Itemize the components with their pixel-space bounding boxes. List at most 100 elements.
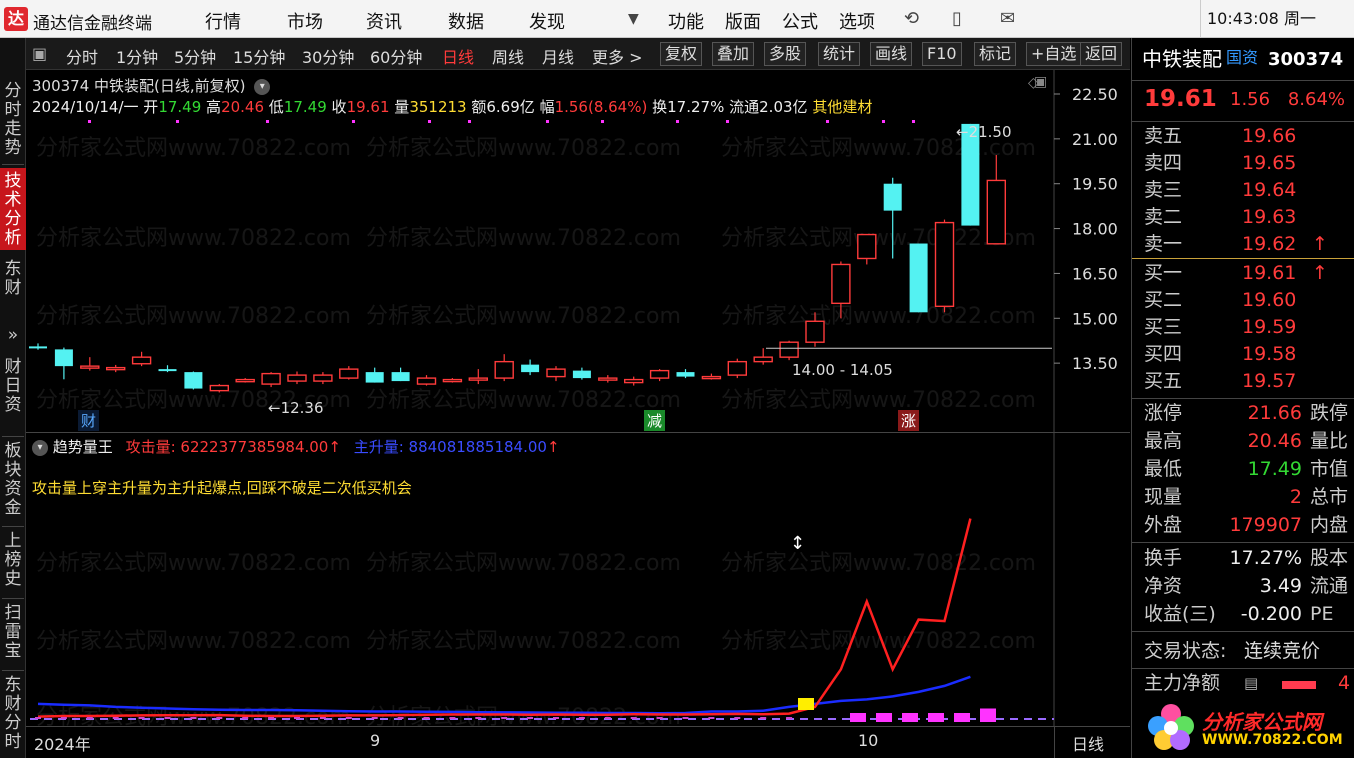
menu-options[interactable]: 选项 [839,8,875,34]
price-change: 1.56 [1230,89,1271,110]
candle-body [883,183,902,211]
price-tick: 13.50 [1072,354,1118,373]
tool-f10[interactable]: F10 [922,42,962,66]
base-blip [630,717,637,719]
signal-bar [928,713,944,722]
candle-body [805,320,825,343]
price-tick: 16.50 [1072,264,1118,283]
signal-dot [352,120,355,123]
date-tick-year: 2024年 [34,735,91,754]
candle-body [313,374,333,382]
vtab-technical[interactable]: 技术分析 [0,168,26,250]
refresh-icon[interactable]: ⟲ [904,8,919,29]
tag-reduce[interactable]: 减 [644,410,666,431]
signal-dot [826,120,829,123]
period-more[interactable]: 更多 > [592,44,643,68]
menu-function[interactable]: 功能 [668,8,704,34]
period-60min[interactable]: 60分钟 [370,44,422,68]
period-30min[interactable]: 30分钟 [302,44,354,68]
candle-body [986,179,1006,245]
vtab-dongcai-intraday[interactable]: 东财分时 [0,676,26,756]
list-icon[interactable]: ▤ [1244,670,1258,697]
last-price: 19.61 [1144,86,1217,112]
menu-formula[interactable]: 公式 [782,8,818,34]
base-blip [604,717,611,719]
menu-discover[interactable]: 发现 [529,8,565,34]
price-tick: 22.50 [1072,85,1118,104]
period-5min[interactable]: 5分钟 [174,44,216,68]
signal-dot [882,120,885,123]
grid-toggle-icon[interactable]: ▣ [32,44,47,63]
tag-rise[interactable]: 涨 [898,410,920,431]
period-1min[interactable]: 1分钟 [116,44,158,68]
base-blip [708,717,715,719]
menu-market[interactable]: 市场 [287,8,323,34]
bid-4-row[interactable]: 买四 19.58 [1132,341,1354,368]
bid-5-row[interactable]: 买五 19.57 [1132,368,1354,395]
tool-draw[interactable]: 画线 [870,42,913,66]
price-row: 19.61 1.56 8.64% [1132,86,1354,116]
bid-3-row[interactable]: 买三 19.59 [1132,314,1354,341]
base-blip [578,717,585,719]
panel-toggle-icon[interactable]: ▣ [1034,74,1047,90]
cross-marker [798,698,814,710]
bid-2-row[interactable]: 买二 19.60 [1132,287,1354,314]
bid-1-row[interactable]: 买一 19.61 ↑ [1132,260,1354,287]
vtab-intraday[interactable]: 分时走势 [0,82,26,160]
vtab-finance-daily[interactable]: 财日资 [0,358,26,428]
tool-add-watch[interactable]: +自选 [1026,42,1082,66]
mail-icon[interactable]: ✉ [1000,8,1015,29]
tool-adjust[interactable]: 复权 [660,42,703,66]
ask-4-row[interactable]: 卖四 19.65 [1132,150,1354,177]
ask-1-row[interactable]: 卖一 19.62 ↑ [1132,231,1354,258]
base-blip [138,717,145,719]
candle-body [727,360,747,376]
ask-5-row[interactable]: 卖五 19.66 [1132,123,1354,150]
vtab-sector-capital[interactable]: 板块资金 [0,442,26,522]
indicator-chart[interactable]: 分析家公式网www.70822.com 分析家公式网www.70822.com … [26,432,1130,730]
candle-body [649,369,670,379]
base-blip [35,717,41,719]
tool-back[interactable]: 返回 [1080,42,1123,66]
menu-layout[interactable]: 版面 [725,8,761,34]
tool-stats[interactable]: 统计 [818,42,861,66]
high-marker: ←21.50 [956,123,1012,141]
stat-low: 最低 17.49 市值 [1144,458,1349,480]
period-weekly[interactable]: 周线 [492,44,524,68]
vtab-minesweeper[interactable]: 扫雷宝 [0,604,26,664]
ask-3-row[interactable]: 卖三 19.64 [1132,177,1354,204]
chart-settings-icon[interactable]: ▾ [254,78,271,95]
candle-body [701,375,722,380]
period-daily[interactable]: 日线 [442,44,474,68]
candlestick-chart[interactable]: 分析家公式网www.70822.com 分析家公式网www.70822.com … [26,70,1130,432]
indicator-settings-icon[interactable]: ▾ [32,439,48,456]
period-intraday[interactable]: 分时 [66,44,98,68]
vtab-dongcai[interactable]: 东财 [0,260,26,300]
menu-dropdown-icon[interactable]: ▼ [628,11,639,27]
menu-news[interactable]: 资讯 [366,8,402,34]
vtab-ranking-history[interactable]: 上榜史 [0,532,26,592]
menu-data[interactable]: 数据 [448,8,484,34]
candle-body [416,377,437,385]
quote-header: 中铁装配 国资 300374 [1132,46,1354,76]
ask-2-row[interactable]: 卖二 19.63 [1132,204,1354,231]
tool-mark[interactable]: 标记 [974,42,1017,66]
stat-turnover: 换手 17.27% 股本 [1144,547,1349,569]
app-logo-icon: 达 [4,7,28,31]
period-15min[interactable]: 15分钟 [233,44,285,68]
period-monthly[interactable]: 月线 [542,44,574,68]
signal-bar [902,713,918,722]
menu-quotes[interactable]: 行情 [205,8,241,34]
candle-body [184,372,203,389]
vtab-more-icon[interactable]: » [0,326,26,348]
tool-multi[interactable]: 多股 [764,42,807,66]
stat-limit-up: 涨停 21.66 跌停 [1144,402,1349,424]
bar-date: 2024/10/14/一 [32,98,139,116]
candle-body [442,378,463,383]
phone-icon[interactable]: ▯ [952,8,962,29]
tool-overlay[interactable]: 叠加 [712,42,755,66]
base-blip [164,717,171,719]
base-blip [371,717,378,719]
period-label[interactable]: 日线 [1072,731,1104,755]
tag-finance[interactable]: 财 [78,410,100,431]
